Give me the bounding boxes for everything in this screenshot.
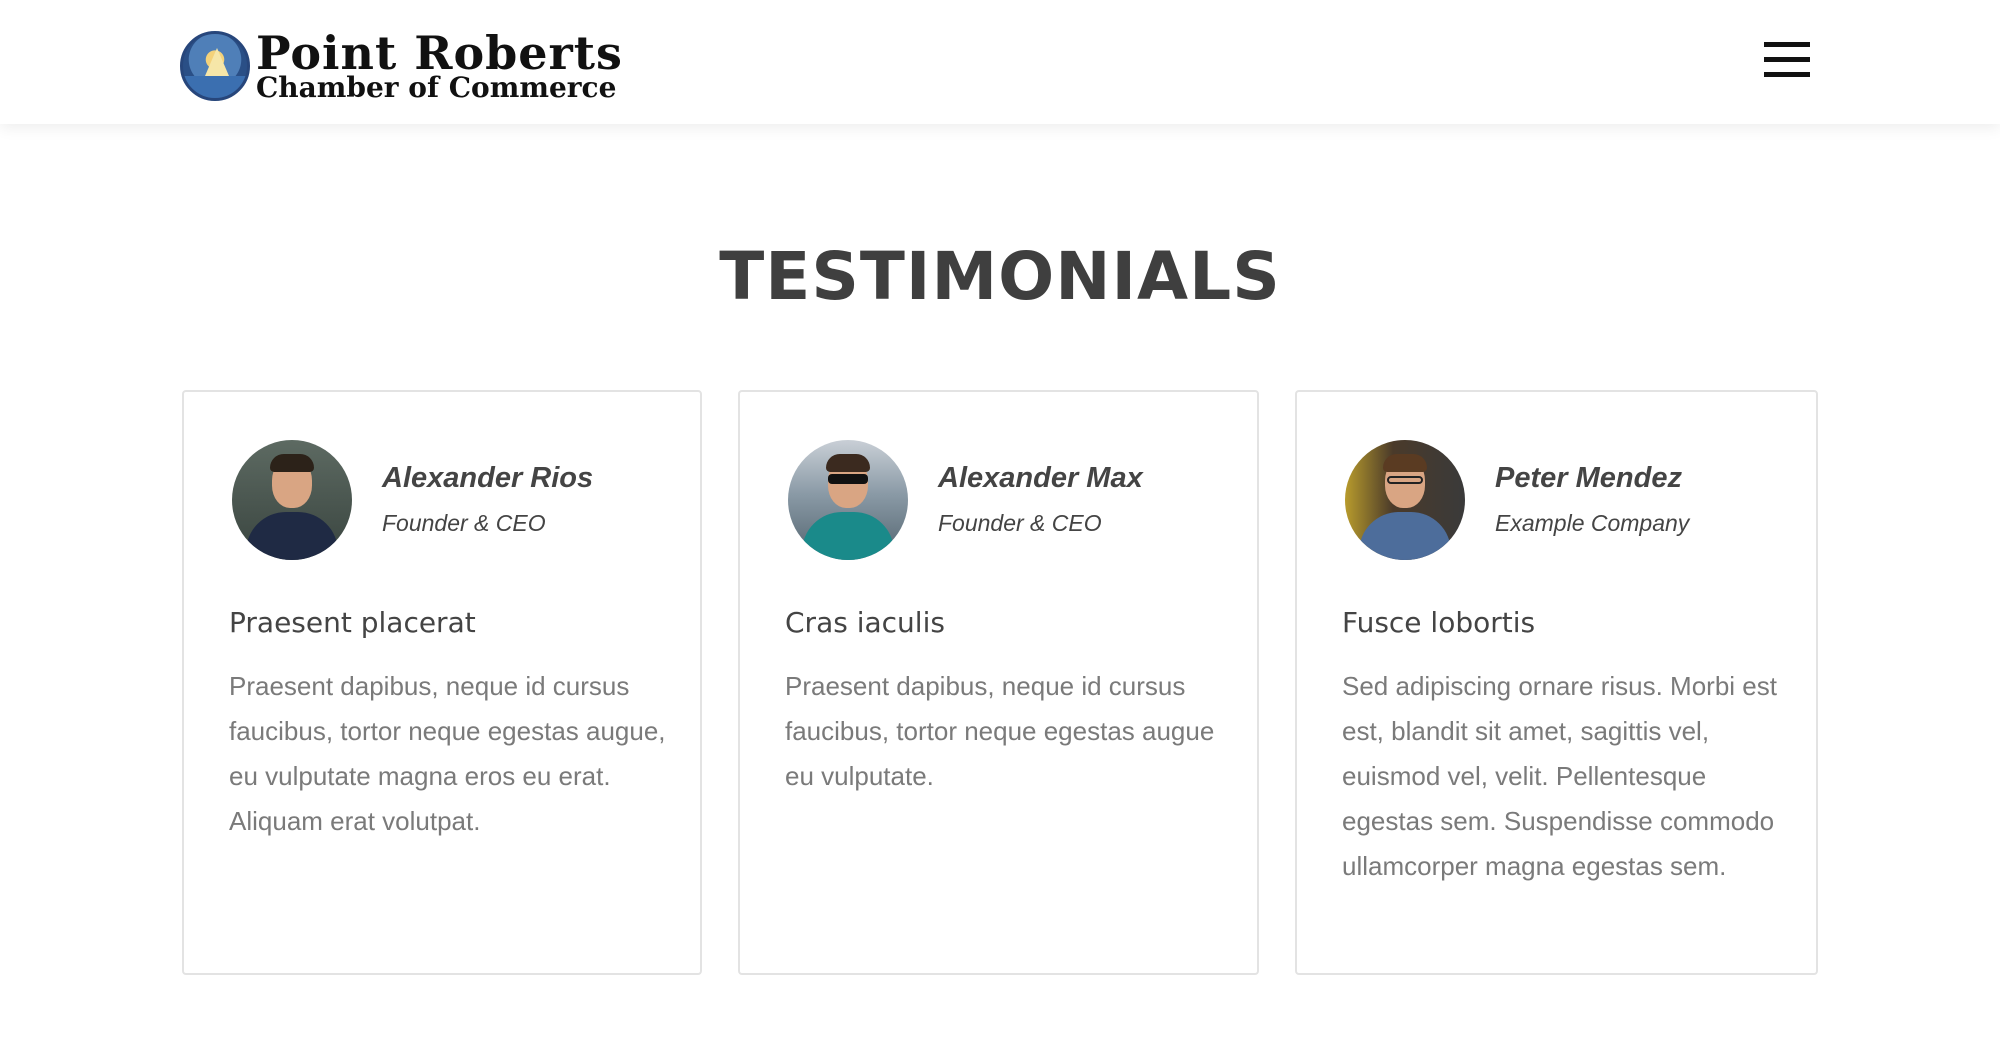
testimonial-card: Alexander Max Founder & CEO Cras iaculis… bbox=[738, 390, 1259, 975]
testimonial-role: Example Company bbox=[1495, 510, 1690, 536]
testimonial-role: Founder & CEO bbox=[938, 510, 1102, 536]
testimonial-text: Praesent dapibus, neque id cursus faucib… bbox=[229, 671, 666, 836]
testimonial-card: Peter Mendez Example Company Fusce lobor… bbox=[1295, 390, 1818, 975]
logo-title: Point Roberts bbox=[256, 26, 623, 80]
logo-text: Point Roberts Chamber of Commerce bbox=[256, 30, 623, 102]
avatar bbox=[232, 440, 352, 560]
testimonial-name: Alexander Rios bbox=[382, 462, 594, 494]
chamber-emblem-icon bbox=[180, 31, 250, 101]
testimonial-text: Praesent dapibus, neque id cursus faucib… bbox=[785, 671, 1215, 791]
testimonial-card: Alexander Rios Founder & CEO Praesent pl… bbox=[182, 390, 702, 975]
testimonial-name: Alexander Max bbox=[938, 462, 1143, 494]
testimonial-heading: Praesent placerat bbox=[229, 606, 476, 639]
logo-subtitle: Chamber of Commerce bbox=[256, 71, 617, 104]
site-header: Point Roberts Chamber of Commerce bbox=[0, 0, 2000, 124]
testimonial-role: Founder & CEO bbox=[382, 510, 546, 536]
avatar bbox=[788, 440, 908, 560]
testimonial-text: Sed adipiscing ornare risus. Morbi est e… bbox=[1342, 671, 1777, 881]
avatar bbox=[1345, 440, 1465, 560]
hamburger-menu-icon[interactable] bbox=[1764, 42, 1810, 78]
section-title: TESTIMONIALS bbox=[719, 238, 1281, 315]
testimonial-heading: Cras iaculis bbox=[785, 606, 945, 639]
site-logo[interactable]: Point Roberts Chamber of Commerce bbox=[180, 30, 623, 102]
testimonial-heading: Fusce lobortis bbox=[1342, 606, 1536, 639]
testimonial-name: Peter Mendez bbox=[1495, 462, 1682, 494]
